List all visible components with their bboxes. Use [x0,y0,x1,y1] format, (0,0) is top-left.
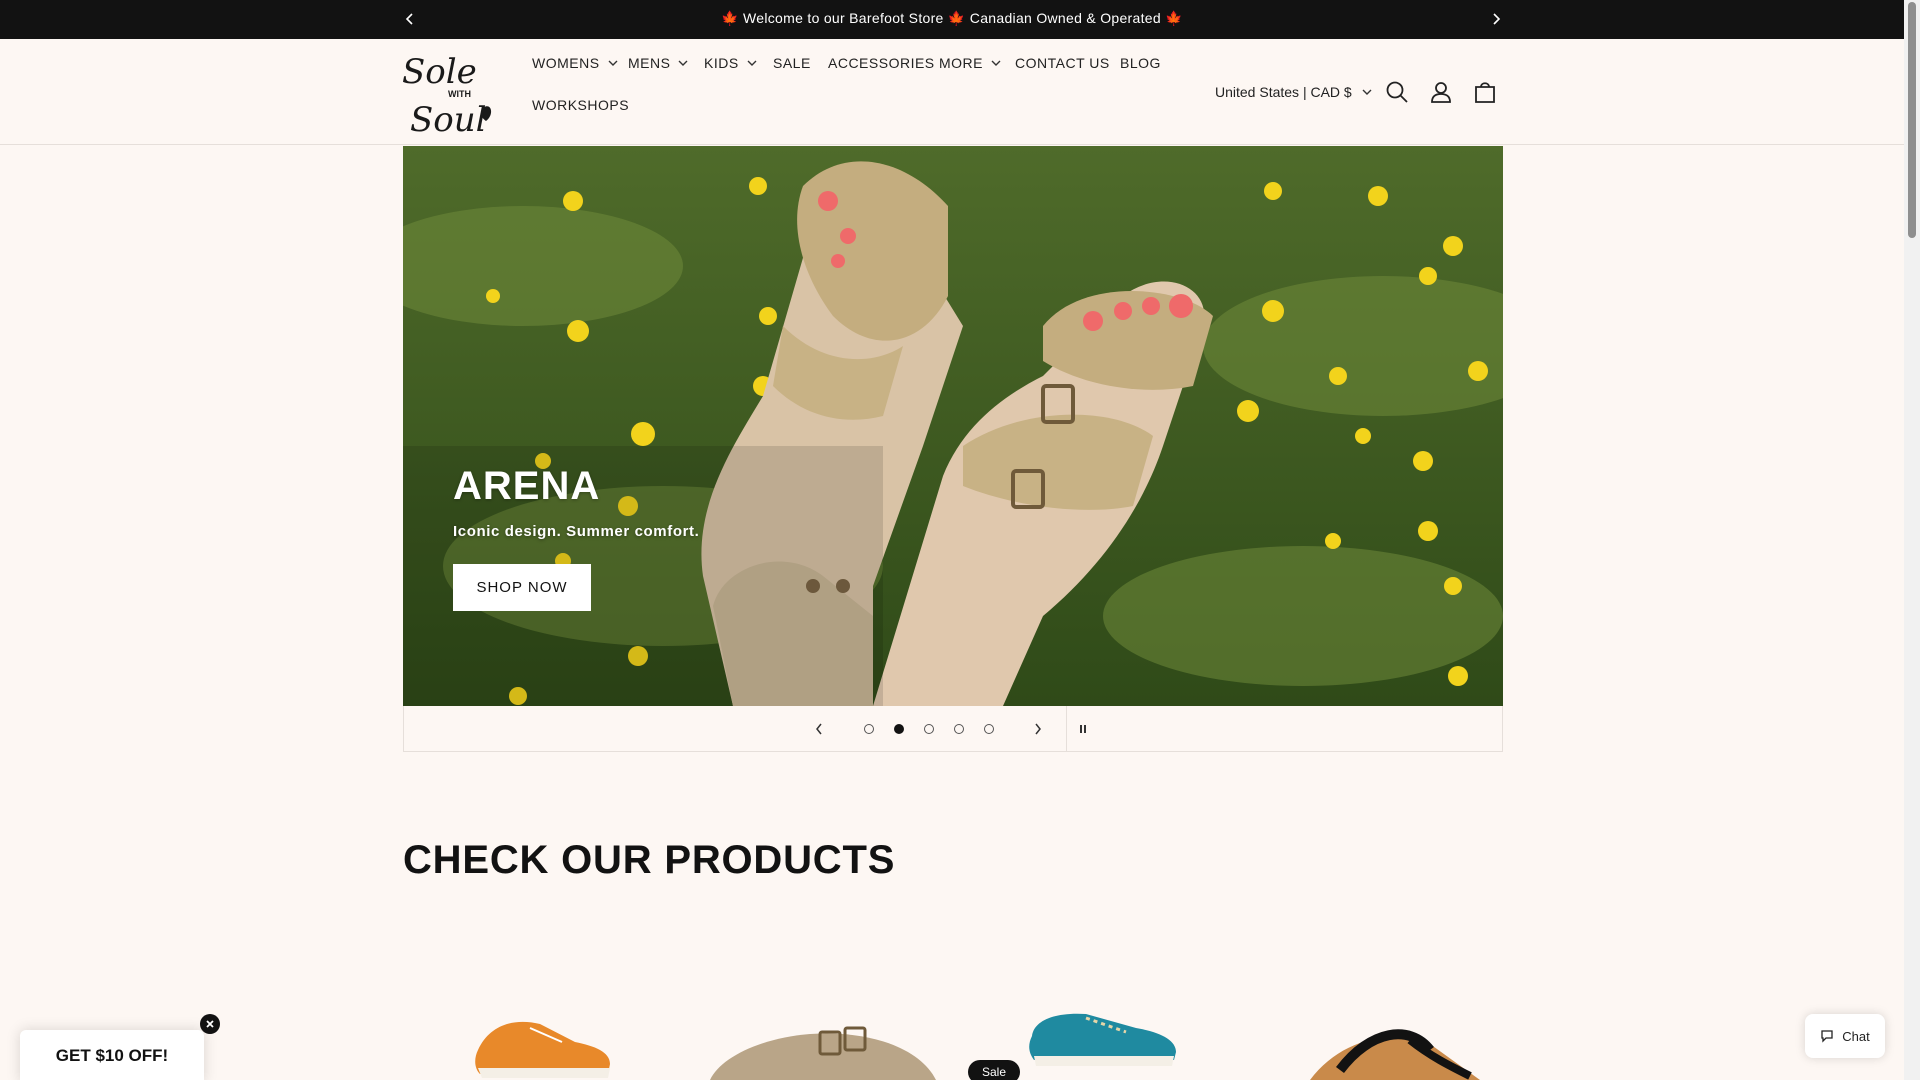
hero-title: ARENA [453,464,601,508]
svg-text:WITH: WITH [448,89,471,99]
shop-now-button[interactable]: SHOP NOW [453,564,591,611]
account-button[interactable] [1428,79,1454,105]
product-card-teal-sneaker[interactable] [1026,1006,1180,1073]
slide-dot-2[interactable] [894,724,904,734]
maple-leaf-icon: 🍁 [721,10,739,26]
slide-dot-3[interactable] [924,724,934,734]
nav-item-womens[interactable]: WOMENS [532,55,618,71]
controls-divider [1066,706,1067,752]
close-icon [206,1020,214,1028]
product-card-orange-sneaker[interactable] [470,1012,615,1080]
svg-text:Soul: Soul [410,100,487,137]
chevron-down-icon [608,60,618,66]
slide-prev-button[interactable] [808,718,830,740]
chat-button[interactable]: Chat [1805,1014,1885,1058]
nav-label: WORKSHOPS [532,97,630,113]
slide-dot-1[interactable] [864,724,874,734]
nav-item-accessories[interactable]: ACCESSORIES [828,55,935,71]
announcement-next-button[interactable] [1486,9,1506,29]
black-sandal-image [1310,1029,1480,1080]
nav-item-sale[interactable]: SALE [773,55,811,71]
discount-promo-button[interactable]: GET $10 OFF! [20,1030,204,1080]
sole-with-soul-logo: Sole WITH Soul [402,52,492,140]
nav-label: KIDS [704,55,739,71]
nav-label: WOMENS [532,55,600,71]
tan-clog-image [710,1026,936,1080]
country-selector[interactable]: United States | CAD $ [1215,84,1372,100]
nav-item-more[interactable]: MORE [939,55,1001,71]
hero-subtitle: Iconic design. Summer comfort. [453,523,700,540]
svg-text:Sole: Sole [402,52,477,92]
cart-button[interactable] [1472,79,1498,105]
slide-next-button[interactable] [1027,718,1049,740]
nav-item-workshops[interactable]: WORKSHOPS [532,97,629,113]
account-icon [1431,82,1451,103]
announcement-bar: 🍁 Welcome to our Barefoot Store 🍁 Canadi… [0,0,1904,39]
nav-item-contact-us[interactable]: CONTACT US [1015,55,1110,71]
teal-sneaker-image [1029,1013,1176,1066]
cart-icon [1475,82,1495,103]
chevron-right-icon [1035,723,1041,735]
pause-icon [1080,725,1086,733]
chevron-right-icon [1493,13,1501,25]
chevron-down-icon [1362,89,1372,95]
nav-label: SALE [773,55,811,71]
chat-label: Chat [1842,1028,1870,1044]
hero-image-sandals-in-grass [403,146,1503,706]
search-button[interactable] [1384,79,1410,105]
announcement-message: 🍁 Welcome to our Barefoot Store 🍁 Canadi… [0,10,1904,27]
chevron-down-icon [747,60,757,66]
slide-pause-button[interactable] [1072,718,1094,740]
nav-label: BLOG [1120,55,1161,71]
nav-label: ACCESSORIES [828,55,935,71]
nav-label: MORE [939,55,983,71]
page-scrollbar[interactable] [1904,0,1920,1080]
nav-item-mens[interactable]: MENS [628,55,688,71]
nav-item-blog[interactable]: BLOG [1120,55,1161,71]
site-header: Sole WITH Soul WOMENS MENS KIDS SALE ACC… [0,39,1904,145]
maple-leaf-icon: 🍁 [1165,10,1183,26]
slideshow-controls [403,706,1503,752]
country-selector-label: United States | CAD $ [1215,84,1352,100]
sale-badge: Sale [968,1060,1020,1080]
scrollbar-thumb[interactable] [1908,2,1916,238]
chevron-down-icon [991,60,1001,66]
chat-bubble-icon [1821,1030,1833,1043]
announcement-text-1: Welcome to our Barefoot Store [743,10,944,26]
chevron-down-icon [678,60,688,66]
hero-text-block: ARENA Iconic design. Summer comfort. SHO… [453,464,699,611]
nav-item-kids[interactable]: KIDS [704,55,757,71]
orange-sneaker-image [475,1021,610,1078]
product-card-tan-clog[interactable] [700,1018,940,1080]
hero-slide: ARENA Iconic design. Summer comfort. SHO… [403,146,1503,706]
section-title-products: CHECK OUR PRODUCTS [403,838,896,882]
nav-label: CONTACT US [1015,55,1110,71]
product-card-black-sandal[interactable] [1300,1020,1490,1080]
slide-dot-4[interactable] [954,724,964,734]
slide-dot-5[interactable] [984,724,994,734]
chevron-left-icon [816,723,822,735]
maple-leaf-icon: 🍁 [947,10,966,26]
search-icon [1386,81,1408,103]
nav-label: MENS [628,55,671,71]
announcement-text-2: Canadian Owned & Operated [969,10,1161,26]
site-logo[interactable]: Sole WITH Soul [400,45,496,140]
promo-close-button[interactable] [200,1014,220,1034]
